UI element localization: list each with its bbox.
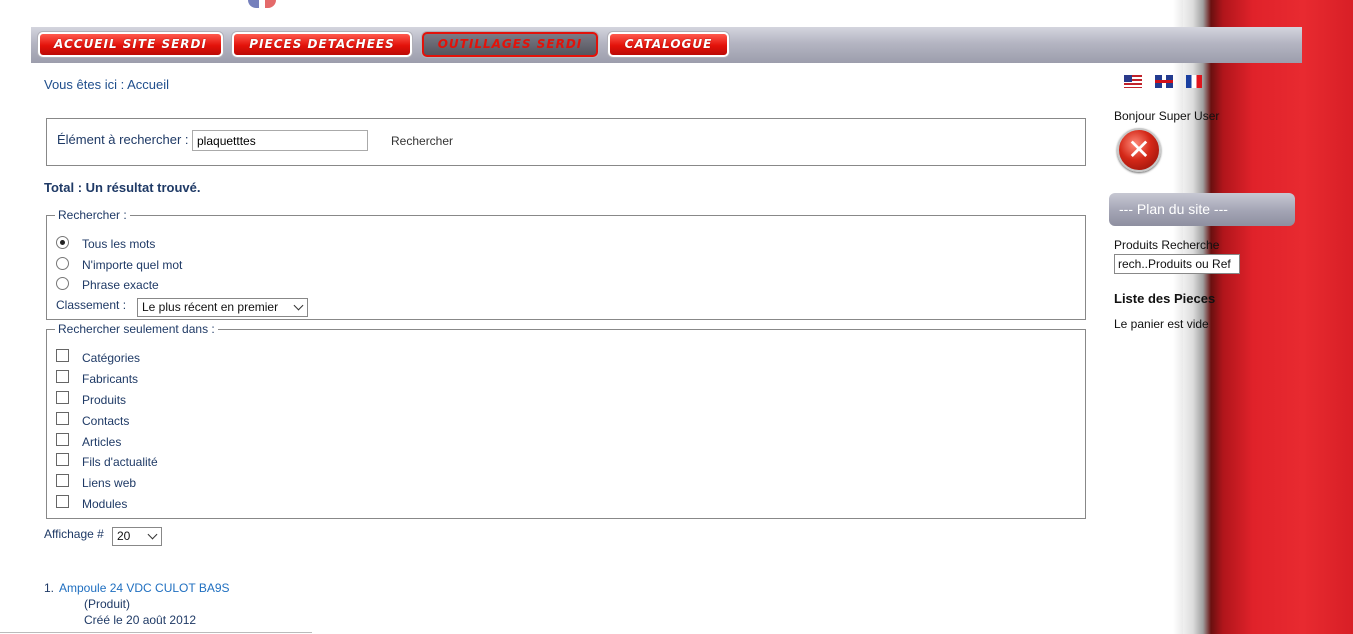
sort-select[interactable]: Le plus récent en premier	[137, 298, 308, 317]
fr-flag-icon[interactable]	[1186, 75, 1202, 88]
radio-any-word-label: N'importe quel mot	[82, 258, 183, 272]
search-label: Élément à rechercher :	[57, 132, 189, 147]
area-fabricants-checkbox[interactable]	[56, 370, 69, 383]
search-areas-legend: Rechercher seulement dans :	[58, 322, 215, 336]
area-modules-label: Modules	[82, 497, 128, 511]
area-contacts-checkbox[interactable]	[56, 412, 69, 425]
total-results: Total : Un résultat trouvé.	[44, 180, 201, 195]
display-count-value: 20	[117, 529, 131, 543]
chevron-down-icon	[293, 300, 304, 311]
nav-catalogue-button[interactable]: CATALOGUE	[608, 32, 729, 57]
display-count-select[interactable]: 20	[112, 527, 162, 546]
area-fabricants-label: Fabricants	[82, 372, 139, 386]
product-search-label: Produits Recherche	[1114, 238, 1220, 252]
display-label: Affichage #	[44, 527, 104, 541]
result-number: 1.	[44, 581, 55, 595]
area-articles-checkbox[interactable]	[56, 433, 69, 446]
area-modules-checkbox[interactable]	[56, 495, 69, 508]
result-title-link[interactable]: Ampoule 24 VDC CULOT BA9S	[59, 581, 230, 595]
search-options-fieldset: Rechercher : Tous les mots N'importe que…	[46, 208, 1086, 320]
sort-label: Classement :	[56, 298, 127, 312]
area-articles-label: Articles	[82, 435, 122, 449]
area-fils-label: Fils d'actualité	[82, 455, 158, 469]
nav-accueil-button[interactable]: ACCUEIL SITE SERDI	[38, 32, 223, 57]
nav-pieces-button[interactable]: PIECES DETACHEES	[232, 32, 412, 57]
sort-select-value: Le plus récent en premier	[142, 300, 279, 314]
nav-outillages-button[interactable]: OUTILLAGES SERDI	[422, 32, 598, 57]
area-produits-label: Produits	[82, 393, 127, 407]
uk-flag-icon[interactable]	[1155, 75, 1173, 88]
area-contacts-label: Contacts	[82, 414, 130, 428]
parts-list-title: Liste des Pieces	[1114, 291, 1216, 306]
area-produits-checkbox[interactable]	[56, 391, 69, 404]
search-areas-fieldset: Rechercher seulement dans : Catégories F…	[46, 322, 1086, 519]
radio-all-words-input[interactable]	[56, 236, 69, 249]
result-type: (Produit)	[84, 597, 131, 611]
search-input[interactable]	[192, 130, 368, 151]
user-greeting: Bonjour Super User	[1114, 109, 1220, 123]
area-categories-label: Catégories	[82, 351, 141, 365]
radio-all-words-label: Tous les mots	[82, 237, 156, 251]
radio-exact-phrase-label: Phrase exacte	[82, 278, 159, 292]
area-liens-label: Liens web	[82, 476, 137, 490]
breadcrumb: Vous êtes ici : Accueil	[44, 77, 170, 92]
logo-fragment	[248, 0, 276, 8]
cart-status: Le panier est vide	[1114, 317, 1209, 331]
area-liens-checkbox[interactable]	[56, 474, 69, 487]
us-flag-icon[interactable]	[1124, 75, 1142, 88]
area-fils-checkbox[interactable]	[56, 453, 69, 466]
search-options-legend: Rechercher :	[58, 208, 127, 222]
radio-exact-phrase-input[interactable]	[56, 277, 69, 290]
result-date: Créé le 20 août 2012	[84, 613, 197, 627]
site-map-button[interactable]: --- Plan du site ---	[1109, 193, 1295, 226]
radio-any-word-input[interactable]	[56, 257, 69, 270]
divider	[0, 632, 312, 633]
top-nav-bar: ACCUEIL SITE SERDI PIECES DETACHEES OUTI…	[31, 27, 1302, 63]
chevron-down-icon	[147, 529, 158, 540]
product-search-input[interactable]	[1114, 254, 1240, 274]
search-button[interactable]: Rechercher	[391, 134, 453, 148]
area-categories-checkbox[interactable]	[56, 349, 69, 362]
logout-close-icon[interactable]: ✕	[1117, 128, 1161, 172]
search-panel: Élément à rechercher : Rechercher	[46, 118, 1086, 166]
